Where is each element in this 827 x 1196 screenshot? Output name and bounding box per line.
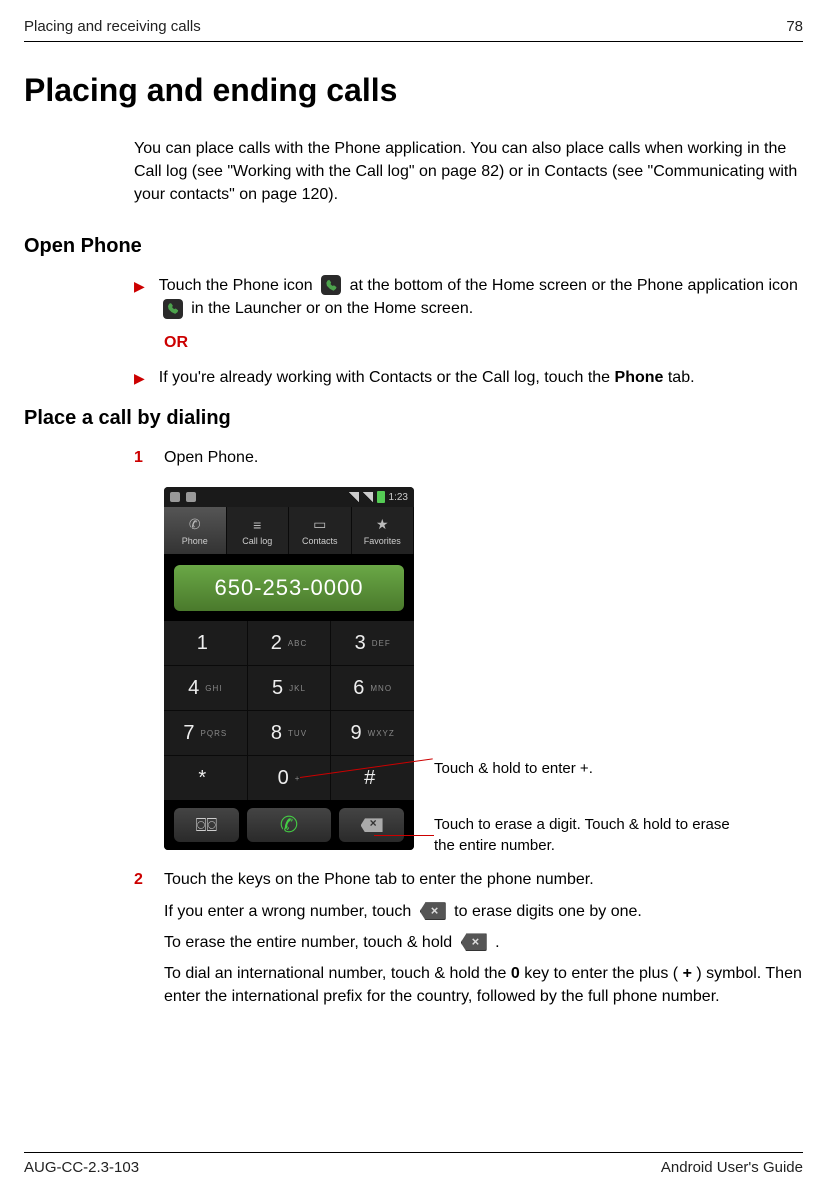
step-2-row: 2 Touch the keys on the Phone tab to ent… [134,868,803,1016]
footer-doc-id: AUG-CC-2.3-103 [24,1159,139,1176]
voicemail-icon: ⌼⌼ [196,815,218,836]
dialer-action-row: ⌼⌼ ✆ [164,800,414,850]
key-0[interactable]: 0+ [248,756,331,800]
open-phone-bullet-1: ▶ Touch the Phone icon at the bottom of … [134,274,803,320]
status-icon [186,492,196,502]
tab-label: Call log [242,536,272,546]
step-1-text: Open Phone. [164,446,803,469]
intro-paragraph: You can place calls with the Phone appli… [134,137,803,207]
bullet2-text-c: tab. [663,369,694,386]
key-1[interactable]: 1 [164,621,247,665]
contacts-icon: ▭ [311,516,329,534]
tab-label: Phone [182,536,208,546]
bullet2-bold-phone: Phone [615,369,664,386]
triangle-bullet-icon: ▶ [134,276,145,320]
step-number-1: 1 [134,446,148,477]
call-icon: ✆ [280,812,298,838]
signal-icon [363,492,373,502]
tab-contacts[interactable]: ▭ Contacts [289,507,352,554]
section-open-phone-heading: Open Phone [24,235,803,258]
callout-erase-text: Touch to erase a digit. Touch & hold to … [434,815,744,856]
status-time: 1:23 [389,492,408,503]
bullet1-text-c: in the Launcher or on the Home screen. [191,300,473,317]
key-6[interactable]: 6MNO [331,666,414,710]
key-7[interactable]: 7PQRS [164,711,247,755]
header-chapter: Placing and receiving calls [24,18,201,35]
page-title: Placing and ending calls [24,72,803,109]
bullet2-text-a: If you're already working with Contacts … [159,369,615,386]
section-place-call-heading: Place a call by dialing [24,407,803,430]
call-log-icon: ≡ [248,516,266,534]
tab-label: Favorites [364,536,401,546]
step-number-2: 2 [134,868,148,1016]
step-2-line-1: Touch the keys on the Phone tab to enter… [164,868,803,891]
call-button[interactable]: ✆ [247,808,331,842]
open-phone-bullet-2: ▶ If you're already working with Contact… [134,366,803,389]
status-bar: 1:23 [164,487,414,507]
signal-icon [349,492,359,502]
header-rule [24,41,803,42]
key-2[interactable]: 2ABC [248,621,331,665]
tab-call-log[interactable]: ≡ Call log [227,507,290,554]
voicemail-button[interactable]: ⌼⌼ [174,808,239,842]
tab-label: Contacts [302,536,338,546]
key-4[interactable]: 4GHI [164,666,247,710]
phone-screenshot: 1:23 ✆ Phone ≡ Call log ▭ Contacts ★ [164,487,414,850]
tab-favorites[interactable]: ★ Favorites [352,507,415,554]
step-2-line-3: To erase the entire number, touch & hold… [164,931,803,954]
key-3[interactable]: 3DEF [331,621,414,665]
key-9[interactable]: 9WXYZ [331,711,414,755]
callout-plus-text: Touch & hold to enter +. [434,759,593,779]
phone-tab-row: ✆ Phone ≡ Call log ▭ Contacts ★ Favorite… [164,507,414,555]
step-2-line-2: If you enter a wrong number, touch to er… [164,900,803,923]
dial-keypad: 1 2ABC 3DEF 4GHI 5JKL 6MNO 7PQRS 8TUV 9W… [164,621,414,800]
triangle-bullet-icon: ▶ [134,368,145,389]
backspace-icon [461,933,487,951]
phone-icon [321,275,341,295]
phone-tab-icon: ✆ [186,516,204,534]
step-2-line-4: To dial an international number, touch &… [164,962,803,1008]
backspace-button[interactable] [339,808,404,842]
backspace-icon [361,818,383,832]
or-separator: OR [164,334,803,352]
favorites-icon: ★ [373,516,391,534]
callout-line-2 [374,835,434,836]
key-star[interactable]: * [164,756,247,800]
backspace-icon [420,902,446,920]
dialed-number-display: 650-253-0000 [174,565,404,611]
key-8[interactable]: 8TUV [248,711,331,755]
bullet1-text-b: at the bottom of the Home screen or the … [350,277,798,294]
phone-app-icon [163,299,183,319]
tab-phone[interactable]: ✆ Phone [164,507,227,554]
status-icon [170,492,180,502]
footer-guide-name: Android User's Guide [661,1159,803,1176]
header-page-number: 78 [786,18,803,35]
step-1-row: 1 Open Phone. [134,446,803,477]
key-5[interactable]: 5JKL [248,666,331,710]
bullet1-text-a: Touch the Phone icon [159,277,313,294]
footer-rule [24,1152,803,1153]
battery-icon [377,491,385,503]
